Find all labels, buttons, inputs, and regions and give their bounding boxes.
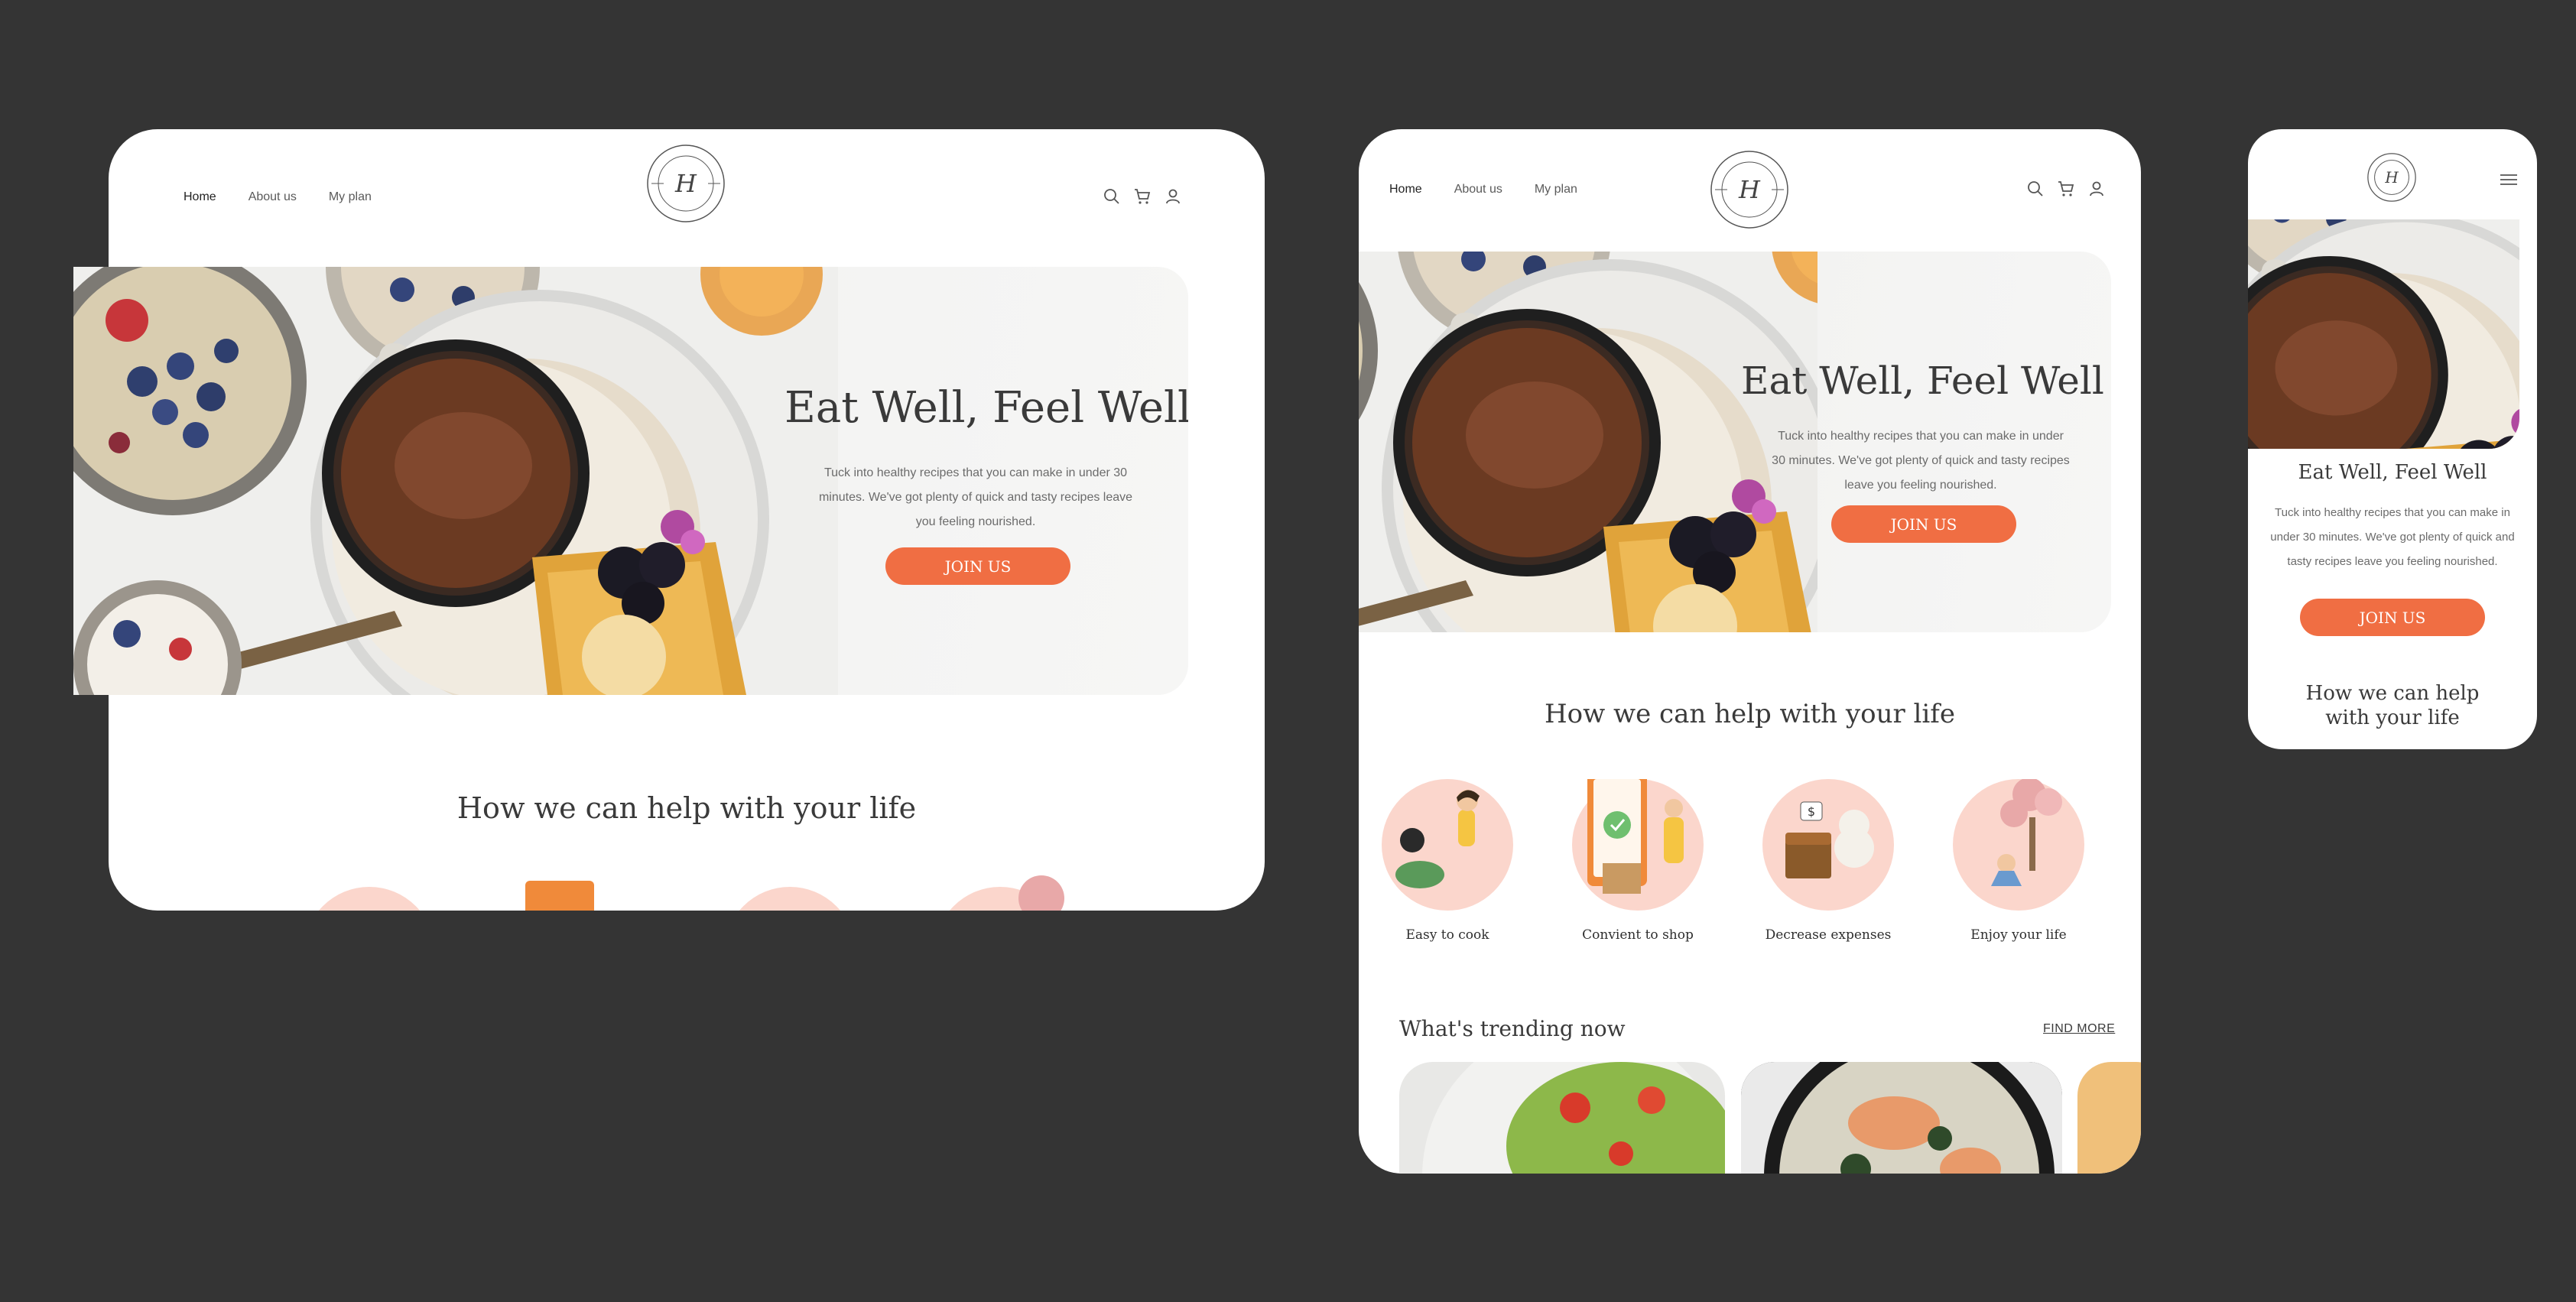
join-us-button[interactable]: JOIN US [885,547,1070,585]
svg-text:H: H [674,169,697,198]
mobile-mockup: H Eat Well, Feel Well Tuck into healthy … [2248,129,2537,749]
breakfast-food-image [73,267,838,695]
brand-logo[interactable]: H [1709,149,1790,230]
trending-card-partial[interactable] [2077,1062,2141,1174]
cart-icon[interactable] [1133,187,1152,209]
hero-banner: Eat Well, Feel Well Tuck into healthy re… [1359,252,2111,632]
breakfast-food-image [1359,252,1817,632]
feature-circle [304,887,435,911]
help-section-title: How we can help with your life [2305,682,2480,729]
join-us-button[interactable]: JOIN US [1831,505,2016,543]
user-icon[interactable] [1164,187,1182,209]
trending-card-salmon[interactable] [1741,1062,2062,1174]
monogram-logo-icon: H [1710,151,1788,229]
expenses-illustration-icon: $ [1762,779,1894,911]
help-section-title: How we can help with your life [1545,699,1955,729]
hero-image [2248,219,2519,449]
feature-convenient-to-shop[interactable]: Convient to shop [1561,771,1714,943]
nav-about[interactable]: About us [1454,183,1502,196]
hero-banner: Eat Well, Feel Well Tuck into healthy re… [73,267,1188,695]
svg-text:H: H [2384,169,2399,187]
svg-text:$: $ [1808,804,1815,819]
monogram-logo-icon: H [647,144,725,222]
feature-easy-to-cook[interactable]: Easy to cook [1371,779,1524,943]
cart-icon[interactable] [2057,180,2075,202]
search-icon[interactable] [1103,187,1121,209]
phone-illustration [525,881,594,911]
hero-title: Eat Well, Feel Well [2298,461,2487,484]
hero-description: Tuck into healthy recipes that you can m… [1772,430,2070,492]
help-section-title: How we can help with your life [456,791,917,825]
svg-text:H: H [1738,175,1761,204]
hero-title: Eat Well, Feel Well [784,383,1188,433]
nav-home[interactable]: Home [184,190,216,204]
main-nav: Home About us My plan [1389,183,1610,196]
header-icons [2026,180,2106,202]
brand-logo[interactable]: H [2366,152,2417,203]
breakfast-food-image [2248,219,2519,449]
feature-label: Enjoy your life [1970,927,2067,943]
feature-label: Easy to cook [1405,927,1489,943]
salmon-pan-image [1741,1062,2062,1174]
brand-logo[interactable]: H [645,143,726,224]
monogram-logo-icon: H [2367,153,2416,202]
desktop-feature-peek [109,841,1265,911]
enjoy-life-illustration-icon [1953,778,2084,911]
feature-enjoy-life[interactable]: Enjoy your life [1942,778,2095,943]
hamburger-menu-icon[interactable] [2500,174,2517,190]
feature-circle [724,887,856,911]
shop-illustration-icon [1572,771,1704,911]
join-us-button[interactable]: JOIN US [2300,599,2485,636]
feature-label: Decrease expenses [1765,927,1892,943]
feature-decrease-expenses[interactable]: $ Decrease expenses [1752,779,1905,943]
feature-label: Convient to shop [1582,927,1694,943]
header-icons [1103,187,1182,209]
salad-image [1422,1062,1725,1174]
user-icon[interactable] [2087,180,2106,202]
trending-title: What's trending now [1399,1016,1626,1041]
tablet-mockup: Home About us My plan H Eat Well, Feel W… [1359,129,2141,1174]
find-more-link[interactable]: FIND MORE [2043,1022,2115,1036]
nav-plan[interactable]: My plan [329,190,372,204]
nav-plan[interactable]: My plan [1535,183,1577,196]
hero-description: Tuck into healthy recipes that you can m… [2270,506,2515,568]
trending-card-salad[interactable] [1399,1062,1725,1174]
search-icon[interactable] [2026,180,2045,202]
main-nav: Home About us My plan [184,190,404,204]
cook-illustration-icon [1382,779,1513,911]
nav-about[interactable]: About us [249,190,297,204]
nav-home[interactable]: Home [1389,183,1422,196]
hero-description: Tuck into healthy recipes that you can m… [818,466,1133,528]
hero-title: Eat Well, Feel Well [1741,359,2104,403]
tree-illustration [1018,875,1064,911]
